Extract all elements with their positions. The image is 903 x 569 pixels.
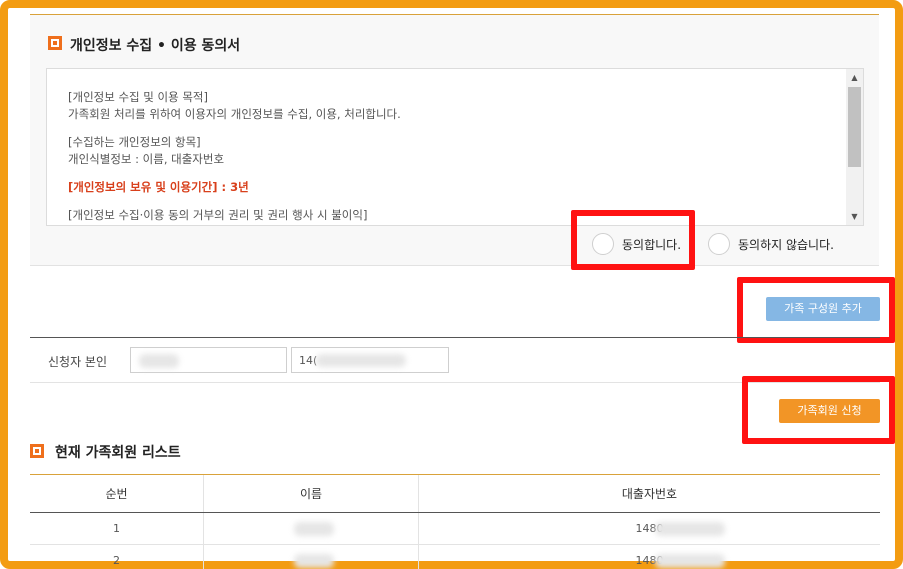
items-body: 개인식별정보 : 이름, 대출자번호 xyxy=(68,152,225,166)
highlight-box-apply xyxy=(742,376,895,444)
applicant-name-field[interactable] xyxy=(130,347,287,373)
consent-text-box[interactable]: [개인정보 수집 및 이용 목적] 가족회원 처리를 위하여 이용자의 개인정보… xyxy=(46,68,864,226)
scroll-down-arrow-icon[interactable]: ▼ xyxy=(846,208,863,225)
cell-number: 1 xyxy=(113,522,120,535)
consent-title: 개인정보 수집 • 이용 동의서 xyxy=(70,38,241,54)
items-heading: [수집하는 개인정보의 항목] xyxy=(68,135,201,149)
purpose-heading: [개인정보 수집 및 이용 목적] xyxy=(68,90,208,104)
highlight-box-add xyxy=(737,277,895,343)
consent-text: [개인정보 수집 및 이용 목적] 가족회원 처리를 위하여 이용자의 개인정보… xyxy=(68,89,838,225)
section-marker-icon xyxy=(48,36,62,50)
consent-section: 개인정보 수집 • 이용 동의서 [개인정보 수집 및 이용 목적] 가족회원 … xyxy=(30,14,879,266)
highlight-box-agree xyxy=(571,210,695,270)
column-header-name: 이름 xyxy=(203,475,418,512)
redacted-loan-number xyxy=(655,522,725,536)
cell-loan-number: 1480 xyxy=(418,513,880,544)
family-list-table: 순번 이름 대출자번호 1 1480 2 1480 xyxy=(30,474,880,569)
consent-paragraph-purpose: [개인정보 수집 및 이용 목적] 가족회원 처리를 위하여 이용자의 개인정보… xyxy=(68,89,838,123)
column-header-loan-number: 대출자번호 xyxy=(418,475,880,512)
applicant-loan-number-field[interactable]: 14( xyxy=(291,347,449,373)
scroll-thumb[interactable] xyxy=(848,87,861,167)
consent-paragraph-items: [수집하는 개인정보의 항목] 개인식별정보 : 이름, 대출자번호 xyxy=(68,134,838,168)
retention-period: [개인정보의 보유 및 이용기간] : 3년 xyxy=(68,180,249,194)
family-list-title: 현재 가족회원 리스트 xyxy=(55,445,181,461)
applicant-label: 신청자 본인 xyxy=(48,355,108,369)
table-row: 1 1480 xyxy=(30,513,880,545)
redacted-loan-number xyxy=(655,554,725,568)
cell-number: 2 xyxy=(113,554,120,567)
cell-name xyxy=(203,513,418,544)
disagree-radio[interactable]: 동의하지 않습니다. xyxy=(708,233,834,255)
redacted-name xyxy=(139,354,179,368)
purpose-body: 가족회원 처리를 위하여 이용자의 개인정보를 수집, 이용, 처리합니다. xyxy=(68,107,401,121)
cell-name xyxy=(203,545,418,569)
loan-number-prefix: 14( xyxy=(299,354,318,367)
cell-loan-number: 1480 xyxy=(418,545,880,569)
table-row: 2 1480 xyxy=(30,545,880,569)
radio-circle-icon[interactable] xyxy=(708,233,730,255)
redacted-name xyxy=(294,522,334,536)
refusal-rights-heading: [개인정보 수집·이용 동의 거부의 권리 및 권리 행사 시 불이익] xyxy=(68,208,368,222)
section-marker-icon xyxy=(30,444,44,458)
scroll-up-arrow-icon[interactable]: ▲ xyxy=(846,69,863,86)
table-header: 순번 이름 대출자번호 xyxy=(30,475,880,513)
redacted-name xyxy=(294,554,334,568)
disagree-label: 동의하지 않습니다. xyxy=(738,237,834,252)
redacted-loan-number xyxy=(316,354,406,367)
vertical-scrollbar[interactable]: ▲ ▼ xyxy=(846,69,863,225)
column-header-number: 순번 xyxy=(105,487,128,501)
